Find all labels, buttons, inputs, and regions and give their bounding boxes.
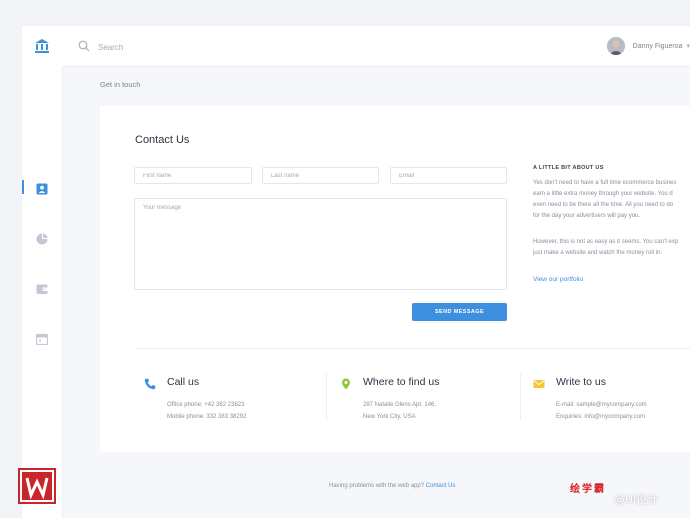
- user-name: Danny Figueroa: [632, 42, 683, 50]
- chevron-down-icon[interactable]: ▾: [686, 42, 690, 50]
- contact-card: Contact Us SEND MESSAGE A LITTLE BIT ABO…: [100, 106, 690, 452]
- contact-line: 287 Natalie Glens Apt. 146,: [363, 402, 437, 408]
- top-bar: Danny Figueroa ▾: [62, 26, 690, 67]
- about-line: even need to be there all the time. All …: [533, 202, 674, 208]
- map-pin-icon: [340, 377, 352, 390]
- calendar-icon[interactable]: [34, 331, 50, 347]
- last-name-field[interactable]: [262, 167, 379, 184]
- watermark-logo: [18, 468, 56, 504]
- footer-text: Having problems with the web app?: [329, 483, 425, 489]
- pie-chart-icon[interactable]: [34, 231, 50, 247]
- about-heading: A LITTLE BIT ABOUT US: [533, 165, 604, 171]
- search-icon: [78, 39, 90, 52]
- contact-title: Where to find us: [363, 376, 440, 388]
- search-input[interactable]: [96, 38, 300, 56]
- message-field[interactable]: [134, 198, 507, 290]
- about-paragraph-2: However, this is not as easy as it seems…: [533, 237, 690, 259]
- user-menu[interactable]: Danny Figueroa ▾: [606, 36, 690, 56]
- bank-icon[interactable]: [34, 38, 50, 54]
- footer: Having problems with the web app? Contac…: [329, 483, 455, 489]
- about-line: Yes don't need to have a full time ecomm…: [533, 180, 677, 186]
- contact-title: Call us: [167, 376, 200, 388]
- sidebar-active-indicator: [22, 180, 24, 194]
- page-title: Get in touch: [100, 80, 141, 89]
- contact-line: Office phone: +42 382 23823: [167, 402, 245, 408]
- contact-title: Write to us: [556, 376, 606, 388]
- contact-line: E-mail: sample@mycompany.com: [556, 402, 647, 408]
- email-field[interactable]: [390, 167, 507, 184]
- mail-icon: [533, 377, 545, 389]
- watermark-text: 绘学霸: [570, 484, 606, 495]
- about-line: However, this is not as easy as it seems…: [533, 239, 679, 245]
- contact-line: New York City, USA: [363, 414, 416, 420]
- portfolio-link[interactable]: View our portfolio: [533, 276, 583, 283]
- contact-line: Mobile phone: 332 383 38292: [167, 414, 247, 420]
- divider: [135, 348, 690, 349]
- contact-line: Enquiries: info@mycompany.com: [556, 414, 646, 420]
- about-line: just make a website and watch the money …: [533, 250, 663, 256]
- phone-icon: [144, 377, 156, 390]
- contact-card-icon[interactable]: [34, 181, 50, 197]
- send-message-button[interactable]: SEND MESSAGE: [412, 303, 507, 321]
- watermark-handle: @UI设计: [614, 493, 659, 506]
- first-name-field[interactable]: [134, 167, 252, 184]
- footer-contact-link[interactable]: Contact Us: [426, 483, 456, 489]
- app-window: Danny Figueroa ▾ Get in touch Contact Us…: [22, 26, 690, 518]
- sidebar: [22, 26, 63, 518]
- form-title: Contact Us: [135, 134, 190, 146]
- about-line: for the day your advertisers will pay yo…: [533, 213, 641, 219]
- column-divider: [326, 374, 327, 420]
- avatar[interactable]: [606, 37, 625, 55]
- about-paragraph-1: Yes don't need to have a full time ecomm…: [533, 178, 690, 222]
- about-line: earn a little extra money through your w…: [533, 191, 673, 197]
- column-divider: [520, 374, 521, 420]
- wallet-icon[interactable]: [34, 281, 50, 297]
